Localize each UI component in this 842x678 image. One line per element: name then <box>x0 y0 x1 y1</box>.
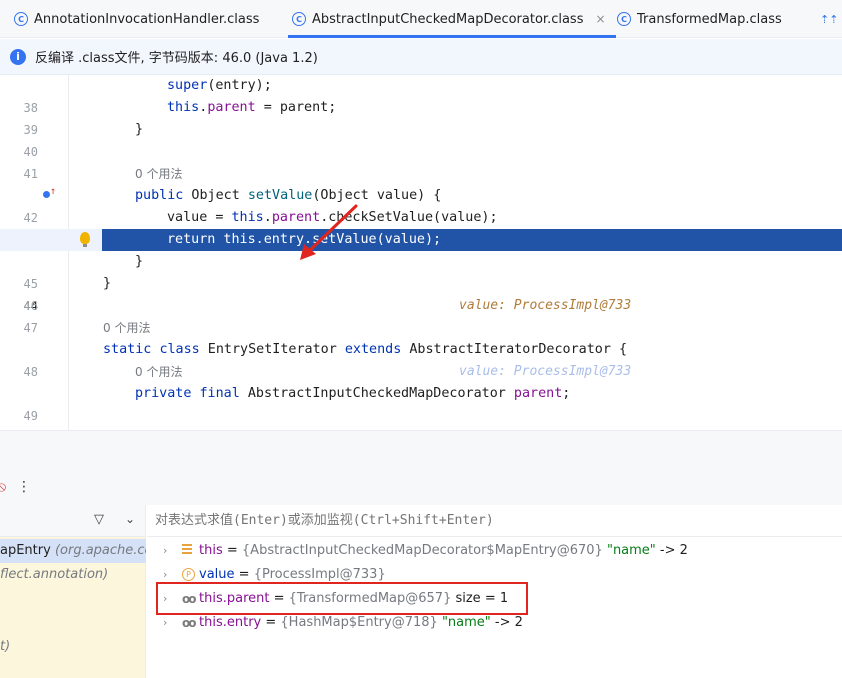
code-line-43: 43 value = this.parent.checkSetValue(val… <box>0 207 842 247</box>
code-editor[interactable]: 38 super(entry); 39 this.parent = parent… <box>0 75 842 430</box>
override-arrow-icon: ↑ <box>50 186 57 197</box>
keyword: static <box>103 342 152 357</box>
tab-transformed-map[interactable]: C TransformedMap.class <box>617 0 782 38</box>
usage-hint[interactable]: 0 个用法 <box>135 163 182 185</box>
parameter-icon: P <box>182 568 195 581</box>
code-line-41: 41 <box>0 141 842 181</box>
banner-text: 反编译 .class文件, 字节码版本: 46.0 (Java 1.2) <box>35 51 318 66</box>
chevron-down-icon[interactable]: ⌄ <box>125 512 135 526</box>
field-ref: parent <box>513 386 563 401</box>
inline-debug-value: value: ProcessImpl@733 <box>459 364 632 379</box>
tab-annotation-invocation-handler[interactable]: C AnnotationInvocationHandler.class <box>14 0 259 38</box>
usage-hint[interactable]: 0 个用法 <box>135 361 182 383</box>
keyword: extends <box>344 342 402 357</box>
code-line-48: 48 static class EntrySetIterator extends… <box>0 339 842 379</box>
debug-stop-icon[interactable]: ⦸ <box>0 479 6 495</box>
code-line-49: 49 private final AbstractInputCheckedMap… <box>0 383 842 423</box>
more-options-icon[interactable]: ⋮ <box>17 479 31 495</box>
evaluate-expression-input[interactable] <box>155 505 815 537</box>
red-annotation-box <box>156 582 528 615</box>
code-text: (entry); <box>207 78 272 93</box>
frame-package: flect.annotation) <box>0 567 109 582</box>
code-text: } <box>135 122 144 137</box>
var-eq: = <box>234 567 254 582</box>
code-text: AbstractIteratorDecorator { <box>401 342 628 357</box>
code-line-50: 50 <box>0 405 842 427</box>
class-icon: C <box>292 12 306 26</box>
editor-tab-bar: C AnnotationInvocationHandler.class C Ab… <box>0 0 842 38</box>
var-name: this <box>199 543 223 558</box>
class-icon: C <box>14 12 28 26</box>
var-string: "name" <box>602 543 656 558</box>
stack-frame[interactable]: t) <box>0 635 146 659</box>
keyword: this <box>167 100 200 115</box>
keyword: this <box>231 210 264 225</box>
expand-chevron-icon[interactable]: › <box>163 539 167 563</box>
line-number: 48 <box>23 365 38 379</box>
code-text: EntrySetIterator <box>199 342 345 357</box>
var-type: {HashMap$Entry@718} <box>280 615 438 630</box>
var-string: "name" <box>437 615 491 630</box>
var-value: -> 2 <box>655 543 688 558</box>
stack-frame[interactable]: flect.annotation) <box>0 563 146 587</box>
variable-row-this[interactable]: › this = {AbstractInputCheckedMapDecorat… <box>147 539 842 563</box>
code-line-45: 45 } <box>0 251 842 291</box>
code-text: } <box>103 276 112 291</box>
var-eq: = <box>261 615 281 630</box>
field-ref: parent <box>207 100 256 115</box>
keyword: public <box>135 188 184 203</box>
line-number: 41 <box>23 167 38 181</box>
tab-label: AbstractInputCheckedMapDecorator.class <box>312 11 584 27</box>
implements-icon[interactable] <box>43 191 50 198</box>
frame-package: t) <box>0 639 11 654</box>
code-text: ; <box>562 386 571 401</box>
var-type: {AbstractInputCheckedMapDecorator$MapEnt… <box>241 543 603 558</box>
tab-label: AnnotationInvocationHandler.class <box>34 11 260 27</box>
red-annotation-arrow <box>300 204 358 260</box>
code-line-42: 42 ↑ public Object setValue(Object value… <box>0 185 842 313</box>
class-icon: C <box>617 12 631 26</box>
var-eq: = <box>222 543 242 558</box>
lightbulb-icon[interactable] <box>80 232 90 247</box>
keyword: private <box>135 386 192 401</box>
keyword: class <box>159 342 200 357</box>
keyword: super <box>167 78 208 93</box>
usage-hint[interactable]: 0 个用法 <box>103 317 150 339</box>
var-value: -> 2 <box>490 615 523 630</box>
code-line-38: 38 super(entry); <box>0 75 842 115</box>
tab-label: TransformedMap.class <box>637 11 782 27</box>
code-text: = parent; <box>255 100 337 115</box>
code-line-46: 46 } <box>0 273 842 313</box>
code-text: . <box>263 210 272 225</box>
filter-icon[interactable]: ▽ <box>94 512 104 527</box>
close-tab-icon[interactable]: × <box>595 12 605 26</box>
line-number: 47 <box>23 321 38 335</box>
frame-method: apEntry <box>0 543 51 558</box>
more-tabs-icon[interactable]: ⇡⇡ <box>820 0 838 38</box>
keyword: final <box>199 386 240 401</box>
frames-header: ▽ ⌄ <box>0 505 146 537</box>
code-text: AbstractInputCheckedMapDecorator <box>239 386 514 401</box>
debugger-toolbar-area: ⦸ ⋮ <box>0 430 842 505</box>
var-name: value <box>199 567 235 582</box>
stack-frame[interactable]: apEntry (org.apache.co <box>0 539 146 563</box>
code-line-40: 40 } <box>0 119 842 159</box>
code-line-39: 39 this.parent = parent; <box>0 97 842 137</box>
code-text: } <box>135 254 144 269</box>
field-icon <box>182 544 192 554</box>
decompiled-banner: i 反编译 .class文件, 字节码版本: 46.0 (Java 1.2) <box>0 39 842 75</box>
var-type: {ProcessImpl@733} <box>253 567 386 582</box>
var-name: this.entry <box>199 615 262 630</box>
code-text: Object <box>183 188 248 203</box>
frame-package: (org.apache.co <box>50 543 146 558</box>
code-text: value = <box>167 210 232 225</box>
code-line-44-current: 44 return this.entry.setValue(value); va… <box>0 229 842 379</box>
evaluate-expression-bar <box>147 505 842 537</box>
code-line-47: 47 <box>0 295 842 335</box>
tab-abstract-input-checked-map-decorator[interactable]: C AbstractInputCheckedMapDecorator.class… <box>288 0 616 38</box>
info-icon: i <box>10 48 26 65</box>
